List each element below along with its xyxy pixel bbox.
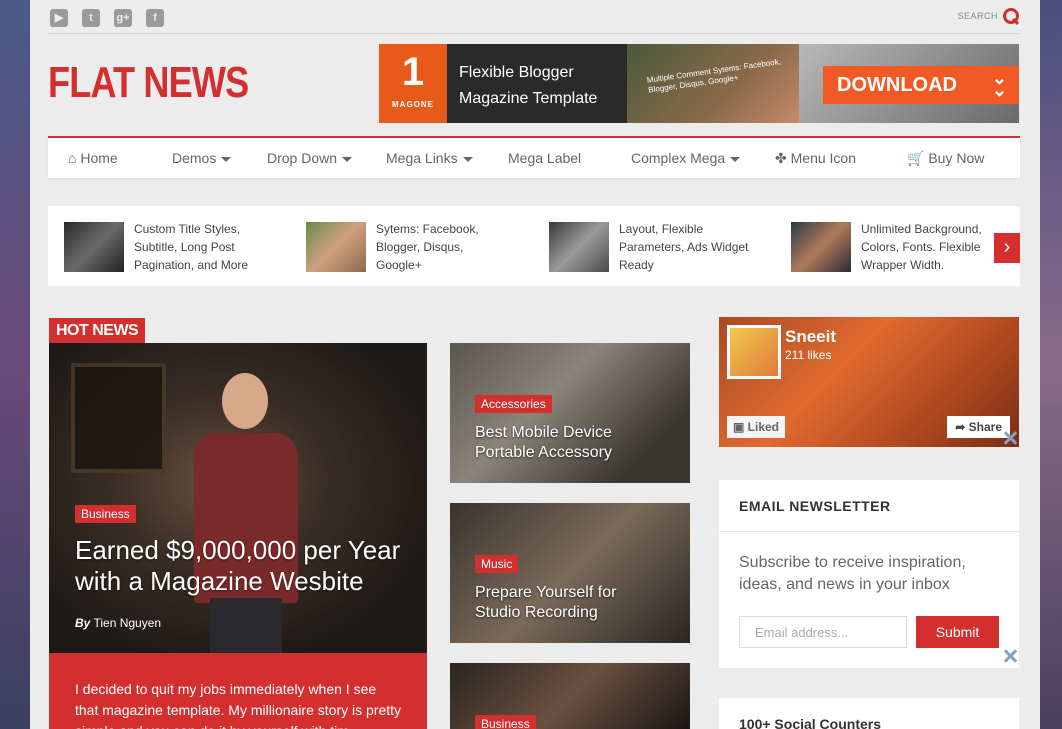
site-logo[interactable]: FLAT NEWS [48,58,249,108]
nav-item-label: Drop Down [267,150,338,166]
page-wrapper: ▶ t g+ f SEARCH FLAT NEWS 1 MAGONE Flexi… [30,0,1040,729]
ticker-text: Sytems: Facebook, Blogger, Disqus, Googl… [376,222,479,272]
nav-item-home[interactable]: ⌂ Home [68,150,118,166]
nav-item-label: Menu Icon [790,150,856,166]
social-counters-heading: 100+ Social Counters [719,698,1019,729]
category-badge[interactable]: Business [75,505,136,523]
nav-item-label: Home [80,150,118,166]
caret-down-icon [462,156,473,162]
nav-item-label: Mega Label [508,150,582,166]
background-left [0,0,30,729]
twitter-icon[interactable]: t [82,9,100,27]
search-label: SEARCH [957,11,998,21]
newsletter-heading: EMAIL NEWSLETTER [719,480,1019,532]
nav-item-drop-down[interactable]: Drop Down [267,150,353,166]
nav-item-label: Complex Mega [631,150,726,166]
home-icon: ⌂ [68,150,77,166]
byline-prefix: By [75,616,91,630]
social-icons: ▶ t g+ f [50,9,164,27]
wrench-icon[interactable] [1002,430,1018,446]
caret-down-icon [342,156,353,162]
facebook-page-widget[interactable]: Sneeit 211 likes ▣ Liked ➦ Share [719,317,1019,447]
cart-icon: 🛒 [907,150,925,166]
nav-item-mega-links[interactable]: Mega Links [386,150,473,166]
category-badge[interactable]: Business [475,715,536,729]
ticker-text: Custom Title Styles, Subtitle, Long Post… [134,222,249,272]
liked-label: Liked [747,420,780,434]
share-label: Share [968,420,1002,434]
hero-person-head [222,373,268,429]
background-right [1040,0,1062,729]
post-card-title[interactable]: Best Mobile Device Portable Accessory [475,423,635,463]
nav-item-buy-now[interactable]: 🛒 Buy Now [907,150,984,167]
nav-item-label: Mega Links [386,150,458,166]
caret-down-icon [730,156,741,162]
chevron-right-icon[interactable]: › [994,233,1020,263]
ticker-thumbnail [64,222,124,272]
facebook-icon: ▣ [733,420,748,434]
hero-image-window [71,363,166,473]
nav-item-demos[interactable]: Demos [172,150,232,166]
main-navigation: ⌂ Home Demos Drop Down Mega Links Mega L… [48,136,1020,178]
facebook-liked-button[interactable]: ▣ Liked [727,416,786,438]
ticker-text: Unlimited Background, Colors, Fonts. Fle… [861,222,982,272]
hero-post[interactable]: Business Earned $9,000,000 per Year with… [49,343,427,653]
ticker-thumbnail [549,222,609,272]
caret-down-icon [221,156,232,162]
hero-person-legs [210,598,282,653]
search-toggle[interactable]: SEARCH [957,7,1020,25]
header-banner[interactable]: 1 MAGONE Flexible Blogger Magazine Templ… [379,44,1019,123]
banner-image-comments: Multiple Comment Sytems: Facebook, Blogg… [627,44,799,123]
paw-icon: ✤ [775,150,787,166]
download-button[interactable]: DOWNLOAD ⌄ ⌄ [823,66,1019,104]
top-bar: ▶ t g+ f SEARCH [48,0,1020,34]
category-badge[interactable]: Accessories [475,395,552,413]
post-card[interactable]: Accessories Best Mobile Device Portable … [450,343,690,483]
chevron-double-down-icon: ⌄ ⌄ [991,68,1007,100]
facebook-icon[interactable]: f [146,9,164,27]
facebook-page-name[interactable]: Sneeit [785,327,836,347]
author-name[interactable]: Tien Nguyen [93,616,161,630]
ticker-thumbnail [791,222,851,272]
banner-title-line1: Flexible Blogger [459,64,574,81]
banner-title: Flexible Blogger Magazine Template [459,60,597,112]
ticker-text: Layout, Flexible Parameters, Ads Widget … [619,222,749,272]
post-card[interactable]: Music Prepare Yourself for Studio Record… [450,503,690,643]
share-icon: ➦ [955,420,969,434]
nav-item-mega-label[interactable]: Mega Label [508,150,581,166]
ticker-carousel: Custom Title Styles, Subtitle, Long Post… [48,206,1020,286]
download-label: DOWNLOAD [837,74,957,96]
banner-image-text: Multiple Comment Sytems: Facebook, Blogg… [646,57,782,95]
banner-badge-number: 1 [401,50,425,94]
hero-title[interactable]: Earned $9,000,000 per Year with a Magazi… [75,535,415,597]
email-field[interactable]: Email address... [739,616,907,648]
facebook-share-button[interactable]: ➦ Share [947,416,1010,438]
hot-news-label: HOT NEWS [49,318,146,344]
submit-button[interactable]: Submit [916,616,999,648]
banner-title-line2: Magazine Template [459,90,598,107]
hero-image-person [184,373,304,653]
category-badge[interactable]: Music [475,555,519,573]
facebook-likes-count: 211 likes [785,348,832,362]
hero-byline: By Tien Nguyen [75,616,161,630]
hero-excerpt: I decided to quit my jobs immediately wh… [49,653,427,729]
ticker-thumbnail [306,222,366,272]
avatar[interactable] [727,325,781,379]
nav-item-label: Buy Now [928,150,985,166]
youtube-icon[interactable]: ▶ [50,9,68,27]
banner-badge-brand: MAGONE [392,100,434,109]
search-icon[interactable] [1002,7,1020,25]
banner-badge: 1 MAGONE [379,44,447,123]
post-card-title[interactable]: Prepare Yourself for Studio Recording [475,583,635,623]
newsletter-description: Subscribe to receive inspiration, ideas,… [739,554,966,593]
nav-item-menu-icon[interactable]: ✤ Menu Icon [775,150,856,167]
nav-item-label: Demos [172,150,217,166]
google-plus-icon[interactable]: g+ [114,9,132,27]
nav-item-complex-mega[interactable]: Complex Mega [631,150,741,166]
post-card[interactable]: Business [450,663,690,729]
wrench-icon[interactable] [1002,648,1018,664]
newsletter-widget: EMAIL NEWSLETTER Subscribe to receive in… [719,480,1019,668]
